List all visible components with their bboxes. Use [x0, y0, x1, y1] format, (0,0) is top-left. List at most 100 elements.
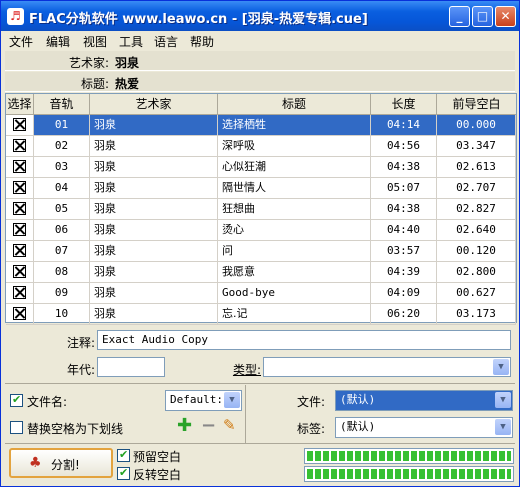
cell-gap: 00.627 — [437, 283, 516, 303]
title-bar[interactable]: ♬ FLAC分轨软件 www.leawo.cn - [羽泉-热爱专辑.cue] … — [1, 1, 519, 31]
col-title[interactable]: 标题 — [218, 94, 371, 115]
reverse-gap-checkbox[interactable] — [117, 466, 130, 480]
file-dropdown[interactable]: (默认) ▼ — [335, 390, 513, 411]
split-label: 分割! — [51, 458, 80, 472]
app-icon[interactable]: ♬ — [7, 8, 24, 25]
table-row[interactable]: 03 羽泉 心似狂潮 04:38 02.613 — [6, 157, 516, 178]
replace-space-checkbox[interactable] — [10, 421, 23, 434]
split-icon: ♣ — [29, 455, 42, 471]
col-select[interactable]: 选择 — [6, 94, 34, 115]
progress-bar-file — [304, 448, 514, 464]
tag-dropdown[interactable]: (默认) ▼ — [335, 417, 513, 438]
track-checkbox[interactable] — [13, 307, 26, 320]
cell-artist: 羽泉 — [90, 136, 218, 156]
close-button[interactable]: ✕ — [495, 6, 516, 27]
table-row[interactable]: 02 羽泉 深呼吸 04:56 03.347 — [6, 136, 516, 157]
keep-gap-checkbox[interactable] — [117, 448, 130, 462]
album-info: 艺术家: 羽泉 标题: 热爱 — [5, 51, 515, 93]
cell-artist: 羽泉 — [90, 178, 218, 198]
filename-format-value: Default: — [170, 393, 223, 406]
track-checkbox[interactable] — [13, 139, 26, 152]
divider — [5, 383, 515, 384]
table-row[interactable]: 05 羽泉 狂想曲 04:38 02.827 — [6, 199, 516, 220]
cell-length: 06:20 — [371, 304, 437, 324]
cell-title: 深呼吸 — [218, 136, 371, 156]
menu-tools[interactable]: 工具 — [119, 33, 143, 50]
reverse-gap-label: 反转空白 — [133, 468, 182, 482]
menu-edit[interactable]: 编辑 — [46, 33, 70, 50]
tag-form: 注释: Exact Audio Copy 年代: 类型: ▼ — [5, 325, 517, 383]
col-track[interactable]: 音轨 — [34, 94, 90, 115]
table-row[interactable]: 06 羽泉 烫心 04:40 02.640 — [6, 220, 516, 241]
table-row[interactable]: 07 羽泉问 03:57 00.120 — [6, 241, 516, 262]
table-row[interactable]: 10 羽泉 忘.记 06:20 03.173 — [6, 304, 516, 325]
filename-label: 文件名: — [27, 395, 68, 409]
col-pregap[interactable]: 前导空白 — [437, 94, 516, 115]
cell-gap: 03.347 — [437, 136, 516, 156]
chevron-down-icon[interactable]: ▼ — [493, 359, 509, 375]
remove-icon[interactable]: − — [201, 415, 216, 436]
cell-title: 我愿意 — [218, 262, 371, 282]
cell-length: 04:40 — [371, 220, 437, 240]
table-row[interactable]: 01 羽泉 选择栖牲 04:14 00.000 — [6, 115, 516, 136]
cell-title: 烫心 — [218, 220, 371, 240]
select-cell — [6, 199, 34, 219]
cell-gap: 00.120 — [437, 241, 516, 261]
maximize-button[interactable]: □ — [472, 6, 493, 27]
cell-track: 06 — [34, 220, 90, 240]
replace-space-label: 替换空格为下划线 — [27, 422, 124, 436]
track-checkbox[interactable] — [13, 244, 26, 257]
file-label: 文件: — [297, 395, 326, 409]
cell-length: 03:57 — [371, 241, 437, 261]
col-artist[interactable]: 艺术家 — [90, 94, 218, 115]
table-row[interactable]: 04 羽泉 隔世情人 05:07 02.707 — [6, 178, 516, 199]
year-field[interactable] — [97, 357, 165, 377]
genre-dropdown[interactable]: ▼ — [263, 357, 511, 377]
menu-help[interactable]: 帮助 — [190, 33, 214, 50]
col-length[interactable]: 长度 — [371, 94, 437, 115]
track-checkbox[interactable] — [13, 202, 26, 215]
filename-checkbox[interactable] — [10, 393, 23, 407]
select-cell — [6, 157, 34, 177]
track-checkbox[interactable] — [13, 265, 26, 278]
add-icon[interactable]: ✚ — [177, 415, 192, 436]
comment-field[interactable]: Exact Audio Copy — [97, 330, 511, 350]
album-title[interactable]: 热爱 — [115, 75, 139, 92]
select-cell — [6, 136, 34, 156]
track-checkbox[interactable] — [13, 223, 26, 236]
comment-label: 注释: — [66, 336, 95, 350]
chevron-down-icon[interactable]: ▼ — [495, 392, 511, 408]
split-button[interactable]: ♣ 分割! — [9, 448, 113, 478]
select-cell — [6, 241, 34, 261]
track-checkbox[interactable] — [13, 118, 26, 131]
cell-length: 04:38 — [371, 157, 437, 177]
menu-bar: 文件 编辑 视图 工具 语言 帮助 — [1, 31, 519, 51]
cell-title: 心似狂潮 — [218, 157, 371, 177]
track-checkbox[interactable] — [13, 286, 26, 299]
cell-artist: 羽泉 — [90, 241, 218, 261]
chevron-down-icon[interactable]: ▼ — [495, 419, 511, 435]
table-row[interactable]: 09 羽泉 Good-bye 04:09 00.627 — [6, 283, 516, 304]
table-row[interactable]: 08 羽泉 我愿意 04:39 02.800 — [6, 262, 516, 283]
chevron-down-icon[interactable]: ▼ — [224, 392, 240, 408]
cell-artist: 羽泉 — [90, 220, 218, 240]
menu-language[interactable]: 语言 — [154, 33, 178, 50]
tag-label: 标签: — [297, 422, 326, 436]
menu-file[interactable]: 文件 — [9, 33, 33, 50]
cell-title: 忘.记 — [218, 304, 371, 324]
cell-track: 02 — [34, 136, 90, 156]
output-options: 文件名: Default: ▼ 替换空格为下划线 ✚ − ✎ 文件: (默认) … — [5, 385, 517, 485]
menu-view[interactable]: 视图 — [83, 33, 107, 50]
cell-artist: 羽泉 — [90, 115, 218, 135]
edit-icon[interactable]: ✎ — [223, 416, 236, 434]
title-row: 标题: 热爱 — [5, 72, 515, 92]
progress-bar-total — [304, 466, 514, 482]
artist-label: 艺术家: — [68, 56, 109, 70]
filename-format-dropdown[interactable]: Default: ▼ — [165, 390, 242, 411]
album-artist[interactable]: 羽泉 — [115, 54, 139, 71]
file-value: (默认) — [340, 393, 376, 406]
cell-track: 09 — [34, 283, 90, 303]
minimize-button[interactable]: _ — [449, 6, 470, 27]
track-checkbox[interactable] — [13, 160, 26, 173]
track-checkbox[interactable] — [13, 181, 26, 194]
